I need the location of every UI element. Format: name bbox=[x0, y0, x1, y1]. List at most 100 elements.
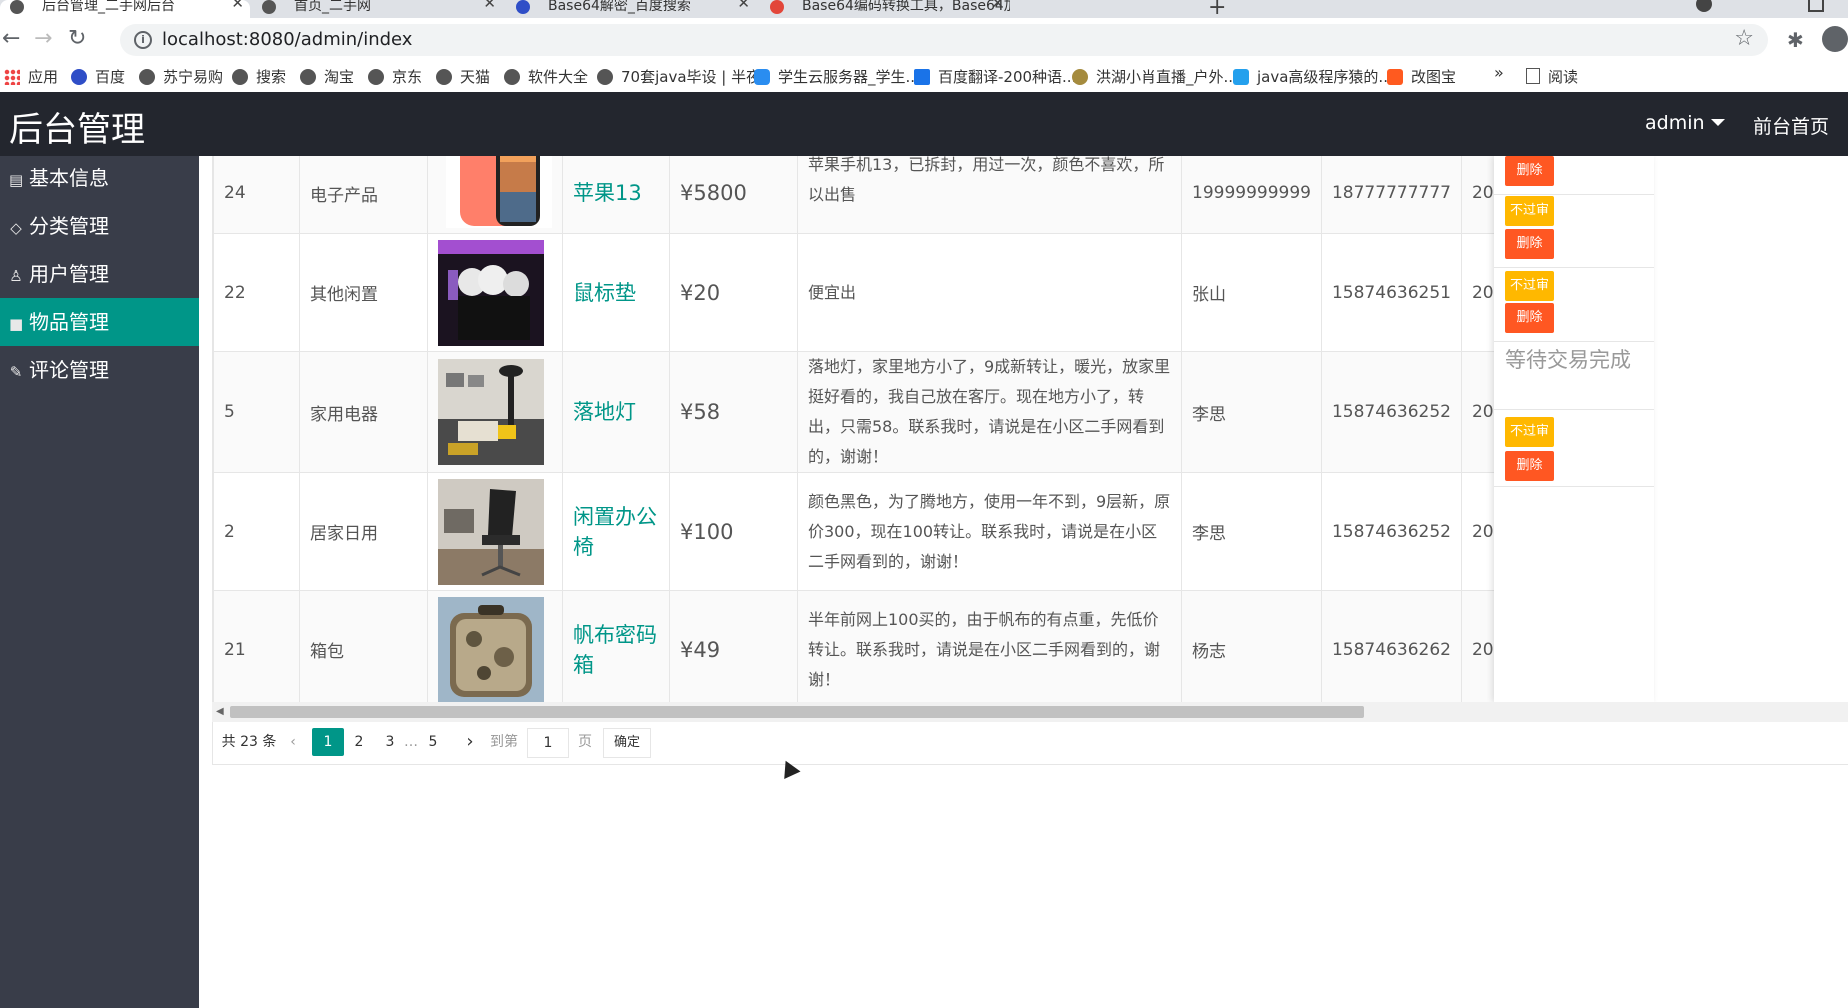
cell-image bbox=[427, 590, 563, 703]
browser-tab[interactable]: 后台管理_二手网后台 ✕ bbox=[0, 0, 250, 18]
bookmark-item[interactable]: 京东 bbox=[368, 66, 422, 87]
url-input[interactable]: i localhost:8080/admin/index ☆ bbox=[120, 24, 1768, 56]
page-suffix: 页 bbox=[578, 734, 592, 750]
extensions-icon[interactable]: ✱ bbox=[1787, 28, 1804, 52]
goto-page-input[interactable]: 1 bbox=[527, 728, 569, 758]
table-row[interactable]: 5 家用电器 落地灯 ¥58 落地灯，家里地方小了，9成新转让，暖光，放家里挺好… bbox=[213, 351, 1653, 473]
bookmarks-more[interactable]: » bbox=[1494, 63, 1504, 82]
globe-icon bbox=[10, 0, 24, 14]
product-image-mousepad[interactable] bbox=[438, 239, 544, 346]
bookmark-item[interactable]: 改图宝 bbox=[1387, 66, 1456, 87]
cell-seller: 杨志 bbox=[1181, 590, 1322, 702]
url-text[interactable]: localhost:8080/admin/index bbox=[162, 29, 412, 50]
page-3[interactable]: 3 bbox=[382, 728, 398, 756]
scrollbar-thumb[interactable] bbox=[230, 706, 1364, 718]
cell-price: ¥49 bbox=[669, 590, 798, 702]
cell-name-link[interactable]: 苹果13 bbox=[562, 156, 670, 234]
product-image-suitcase[interactable] bbox=[438, 596, 544, 703]
ops-cell: 不过审 删除 bbox=[1494, 194, 1654, 268]
confirm-button[interactable]: 确定 bbox=[603, 728, 651, 758]
next-page-icon[interactable]: › bbox=[460, 728, 480, 756]
table-row[interactable]: 24 电子产品 苹果13 ¥5800 苹果手机13，已拆封，用过一次，颜色不喜欢… bbox=[213, 156, 1653, 234]
sidebar-item-comments[interactable]: ✎ 评论管理 bbox=[0, 346, 199, 394]
cell-name-link[interactable]: 落地灯 bbox=[562, 351, 670, 473]
delete-button[interactable]: 删除 bbox=[1505, 451, 1554, 481]
delete-button[interactable]: 删除 bbox=[1505, 229, 1554, 259]
cell-phone: 15874636251 bbox=[1320, 233, 1462, 352]
restore-window-icon[interactable] bbox=[1808, 0, 1824, 12]
bookmark-item[interactable]: 天猫 bbox=[436, 66, 490, 87]
bookmark-label: 天猫 bbox=[460, 68, 491, 86]
table-row[interactable]: 21 箱包 帆布密码箱 ¥49 半年前网上100买的，由于帆布的有点重，先低价转… bbox=[213, 590, 1653, 703]
cell-price: ¥58 bbox=[669, 351, 798, 473]
browser-tab[interactable]: Base64编码转换工具，Base64加 ✕ bbox=[760, 0, 1010, 18]
ghost-icon bbox=[1072, 69, 1088, 85]
product-image-office-chair[interactable] bbox=[438, 478, 544, 585]
page-2[interactable]: 2 bbox=[351, 728, 367, 756]
bookmark-item[interactable]: 70套java毕设 | 半夜 bbox=[597, 66, 761, 87]
page-1[interactable]: 1 bbox=[312, 728, 344, 756]
cell-price: ¥100 bbox=[669, 472, 798, 591]
close-icon[interactable]: ✕ bbox=[737, 0, 750, 11]
reject-button[interactable]: 不过审 bbox=[1505, 271, 1554, 301]
bookmark-item[interactable]: 苏宁易购 bbox=[139, 66, 223, 87]
delete-button[interactable]: 删除 bbox=[1505, 156, 1554, 186]
back-icon[interactable]: ← bbox=[2, 26, 20, 51]
bookmark-label: 学生云服务器_学生... bbox=[778, 68, 920, 86]
cell-phone: 15874636252 bbox=[1320, 472, 1462, 591]
bookmark-item[interactable]: 淘宝 bbox=[300, 66, 354, 87]
sidebar-item-goods[interactable]: ■ 物品管理 bbox=[0, 298, 199, 346]
bookmark-item[interactable]: 应用 bbox=[4, 66, 58, 87]
sidebar-item-categories[interactable]: ◇ 分类管理 bbox=[0, 202, 199, 250]
user-menu[interactable]: admin bbox=[1645, 112, 1725, 134]
bookmark-item[interactable]: 百度 bbox=[71, 66, 125, 87]
reject-button[interactable]: 不过审 bbox=[1505, 196, 1554, 226]
cell-name-link[interactable]: 闲置办公椅 bbox=[562, 472, 670, 591]
sidebar-item-label: 物品管理 bbox=[29, 310, 109, 334]
tab-search-icon[interactable] bbox=[1696, 0, 1712, 12]
horizontal-scrollbar[interactable]: ◀ bbox=[212, 702, 1848, 722]
table-row[interactable]: 2 居家日用 闲置办公椅 ¥100 颜色黑色，为了腾地方，使用一年不到，9层新，… bbox=[213, 472, 1653, 591]
prev-page-icon[interactable]: ‹ bbox=[283, 728, 303, 756]
page-5[interactable]: 5 bbox=[425, 728, 441, 756]
bookmark-label: java高级程序猿的... bbox=[1257, 68, 1393, 86]
close-icon[interactable]: ✕ bbox=[991, 0, 1004, 11]
bookmark-star-icon[interactable]: ☆ bbox=[1734, 26, 1754, 51]
cell-id: 24 bbox=[213, 156, 300, 234]
forward-icon[interactable]: → bbox=[34, 26, 52, 51]
sidebar-item-label: 基本信息 bbox=[29, 166, 109, 190]
user-icon: ♙ bbox=[9, 267, 23, 285]
close-icon[interactable]: ✕ bbox=[483, 0, 496, 11]
front-home-link[interactable]: 前台首页 bbox=[1753, 112, 1829, 139]
new-tab-button[interactable]: + bbox=[1208, 0, 1226, 18]
close-icon[interactable]: ✕ bbox=[231, 0, 244, 11]
delete-button[interactable]: 删除 bbox=[1505, 303, 1554, 333]
globe-icon bbox=[300, 69, 316, 85]
cell-name-link[interactable]: 帆布密码箱 bbox=[562, 590, 670, 702]
bookmark-item[interactable]: 软件大全 bbox=[504, 66, 588, 87]
sidebar-item-users[interactable]: ♙ 用户管理 bbox=[0, 250, 199, 298]
reading-list-item[interactable]: 阅读 bbox=[1526, 66, 1578, 87]
cell-name-link[interactable]: 鼠标垫 bbox=[562, 233, 670, 352]
globe-icon bbox=[504, 69, 520, 85]
browser-tab[interactable]: Base64解密_百度搜索 ✕ bbox=[506, 0, 756, 18]
bookmark-item[interactable]: 搜索 bbox=[232, 66, 286, 87]
bookmark-item[interactable]: 洪湖小肖直播_户外... bbox=[1072, 66, 1238, 87]
product-image-floor-lamp[interactable] bbox=[438, 359, 544, 465]
reject-button[interactable]: 不过审 bbox=[1505, 417, 1554, 447]
product-image-iphone[interactable] bbox=[446, 156, 552, 228]
sidebar-item-basic-info[interactable]: ▤ 基本信息 bbox=[0, 154, 199, 202]
browser-tab[interactable]: 首页_二手网 ✕ bbox=[252, 0, 502, 18]
table-row[interactable]: 22 其他闲置 鼠标垫 ¥20 便宜出 张山 15874636251 bbox=[213, 233, 1653, 352]
bookmark-item[interactable]: 百度翻译-200种语... bbox=[914, 66, 1076, 87]
globe-icon bbox=[232, 69, 248, 85]
info-icon[interactable]: i bbox=[134, 31, 152, 49]
cell-price: ¥5800 bbox=[669, 156, 798, 234]
cell-phone: 18777777777 bbox=[1320, 156, 1462, 234]
tab-label: 后台管理_二手网后台 bbox=[42, 0, 175, 14]
profile-avatar[interactable] bbox=[1822, 26, 1848, 52]
scroll-left-arrow-icon[interactable]: ◀ bbox=[216, 706, 224, 717]
reload-icon[interactable]: ↻ bbox=[68, 26, 86, 51]
bookmark-item[interactable]: 学生云服务器_学生... bbox=[754, 66, 920, 87]
bookmark-item[interactable]: java高级程序猿的... bbox=[1233, 66, 1393, 87]
